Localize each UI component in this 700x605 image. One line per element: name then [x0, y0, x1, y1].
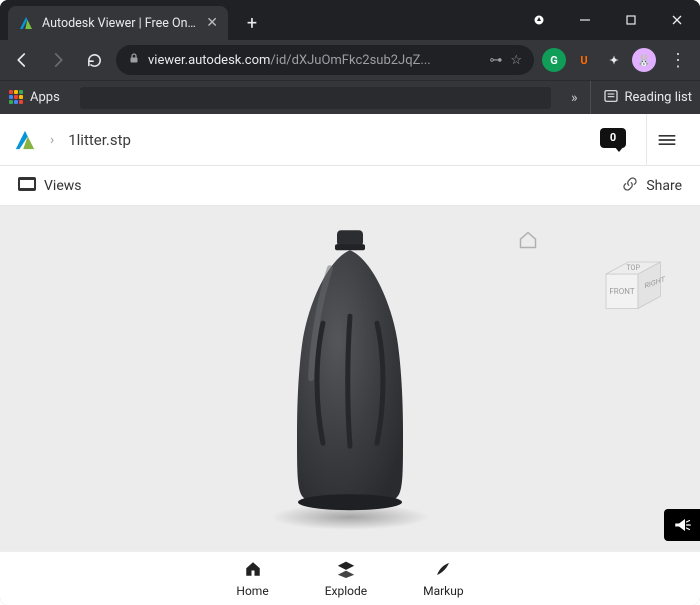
home-view-icon[interactable]	[518, 230, 538, 254]
svg-text:TOP: TOP	[626, 263, 640, 272]
views-button[interactable]: Views	[18, 177, 82, 195]
bookmarks-bar: Apps » Reading list	[0, 80, 700, 114]
close-window-button[interactable]	[654, 0, 700, 40]
comments-count: 0	[610, 131, 616, 144]
tool-markup-label: Markup	[423, 584, 464, 598]
tab-title: Autodesk Viewer | Free Online Fil	[42, 16, 198, 31]
autodesk-favicon	[18, 15, 34, 31]
apps-button[interactable]: Apps	[8, 90, 60, 106]
lock-icon	[128, 52, 140, 68]
comments-button[interactable]: 0	[598, 128, 628, 152]
key-icon[interactable]: ⊶	[489, 53, 502, 68]
reading-list-button[interactable]: Reading list	[590, 81, 692, 114]
sub-header: Views Share	[0, 166, 700, 206]
tool-home-label: Home	[236, 584, 268, 598]
extension-grammarly-icon[interactable]: G	[542, 48, 566, 72]
window-controls	[516, 0, 700, 40]
profile-avatar-icon[interactable]: 🐰	[632, 48, 656, 72]
tool-home[interactable]: Home	[236, 560, 268, 598]
browser-tab[interactable]: Autodesk Viewer | Free Online Fil ✕	[8, 6, 228, 40]
extension-u-icon[interactable]: U	[572, 48, 596, 72]
markup-icon	[433, 560, 453, 581]
model-bottle[interactable]	[275, 228, 425, 518]
browser-menu-button[interactable]: ⋮	[664, 50, 692, 71]
reading-list-icon	[603, 88, 619, 108]
toolbar: viewer.autodesk.com/id/dXJuOmFkc2sub2JqZ…	[0, 40, 700, 80]
window-root: Autodesk Viewer | Free Online Fil ✕ + vi…	[0, 0, 700, 605]
reading-list-label: Reading list	[625, 90, 692, 105]
file-name[interactable]: 1litter.stp	[68, 131, 131, 149]
share-label: Share	[646, 178, 682, 194]
viewer-canvas[interactable]: FRONT RIGHT TOP	[0, 206, 700, 551]
share-icon	[622, 176, 638, 196]
tool-markup[interactable]: Markup	[423, 560, 464, 598]
star-icon[interactable]: ☆	[510, 53, 522, 68]
url-text: viewer.autodesk.com/id/dXJuOmFkc2sub2JqZ…	[148, 53, 481, 68]
reload-button[interactable]	[80, 46, 108, 74]
maximize-button[interactable]	[608, 0, 654, 40]
explode-icon	[336, 560, 356, 581]
tool-explode-label: Explode	[325, 584, 367, 598]
feedback-button[interactable]	[664, 509, 700, 541]
bottom-toolbar: Home Explode Markup	[0, 551, 700, 605]
minimize-button[interactable]	[562, 0, 608, 40]
share-button[interactable]: Share	[622, 176, 682, 196]
autodesk-logo-icon[interactable]	[14, 129, 36, 151]
forward-button[interactable]	[44, 46, 72, 74]
breadcrumb-chevron-icon: ›	[50, 132, 54, 148]
account-circle-icon[interactable]	[516, 0, 562, 40]
home-icon	[243, 560, 263, 581]
app-header: › 1litter.stp 0	[0, 114, 700, 166]
app-menu-button[interactable]	[646, 114, 686, 166]
tool-explode[interactable]: Explode	[325, 560, 367, 598]
new-tab-button[interactable]: +	[238, 9, 266, 37]
apps-grid-icon	[8, 90, 24, 106]
view-cube[interactable]: FRONT RIGHT TOP	[590, 246, 670, 326]
svg-text:FRONT: FRONT	[609, 287, 634, 296]
back-button[interactable]	[8, 46, 36, 74]
titlebar: Autodesk Viewer | Free Online Fil ✕ +	[0, 0, 700, 40]
page-content: › 1litter.stp 0 Views Share	[0, 114, 700, 605]
views-icon	[18, 177, 36, 195]
bookmarks-overflow-button[interactable]: »	[571, 90, 578, 106]
apps-label: Apps	[30, 90, 60, 105]
address-bar[interactable]: viewer.autodesk.com/id/dXJuOmFkc2sub2JqZ…	[116, 45, 534, 75]
close-tab-icon[interactable]: ✕	[206, 15, 218, 31]
bookmarks-placeholder	[80, 87, 551, 109]
extensions-puzzle-icon[interactable]: ✦	[602, 48, 626, 72]
views-label: Views	[44, 178, 82, 194]
extensions-group: G U ✦ 🐰	[542, 48, 656, 72]
